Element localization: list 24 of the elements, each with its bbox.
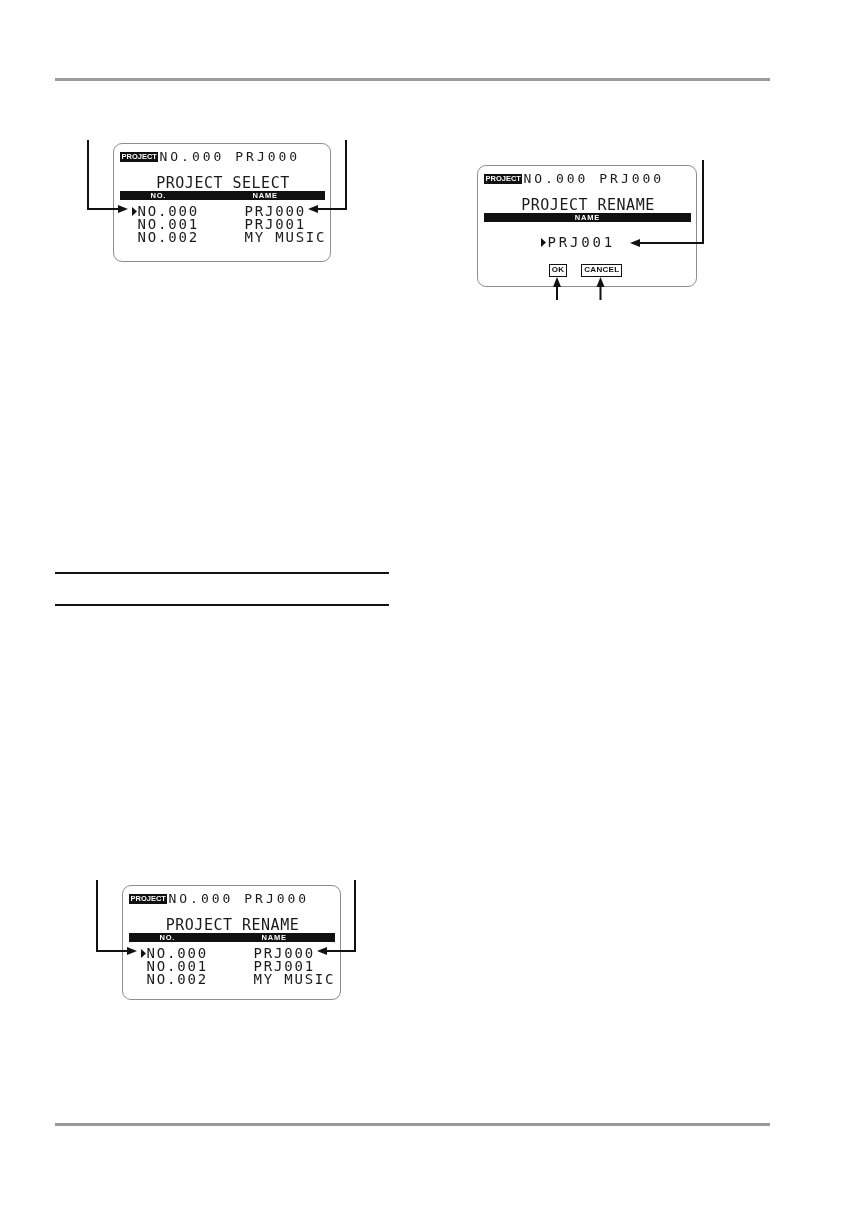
project-name: PRJ001 — [244, 217, 307, 231]
project-number: NO.002 — [146, 972, 209, 986]
screen-title: PROJECT SELECT — [155, 176, 291, 191]
status-text: NO.000 PRJ000 — [523, 173, 665, 185]
screen-button[interactable]: CANCEL — [581, 263, 623, 277]
project-name: PRJ000 — [253, 946, 316, 960]
project-name: PRJ001 — [547, 236, 615, 249]
status-text: NO.000 PRJ000 — [168, 893, 310, 905]
project-number: NO.000 — [146, 946, 209, 960]
project-name: MY MUSIC — [253, 972, 337, 986]
status-text: NO.000 PRJ000 — [159, 151, 301, 163]
project-number: NO.001 — [137, 217, 200, 231]
project-number: NO.001 — [146, 959, 209, 973]
project-number: NO.000 — [137, 204, 200, 218]
screen-button[interactable]: OK — [548, 263, 568, 277]
cursor-icon — [541, 238, 547, 247]
project-name: PRJ000 — [244, 204, 307, 218]
leader-arrow — [553, 277, 561, 301]
screen-title: PROJECT RENAME — [164, 918, 301, 933]
project-name: PRJ001 — [253, 959, 316, 973]
project-name: MY MUSIC — [244, 230, 327, 244]
screen-title: PROJECT RENAME — [520, 198, 656, 213]
project-number: NO.002 — [137, 230, 200, 244]
leader-arrow — [596, 277, 605, 301]
